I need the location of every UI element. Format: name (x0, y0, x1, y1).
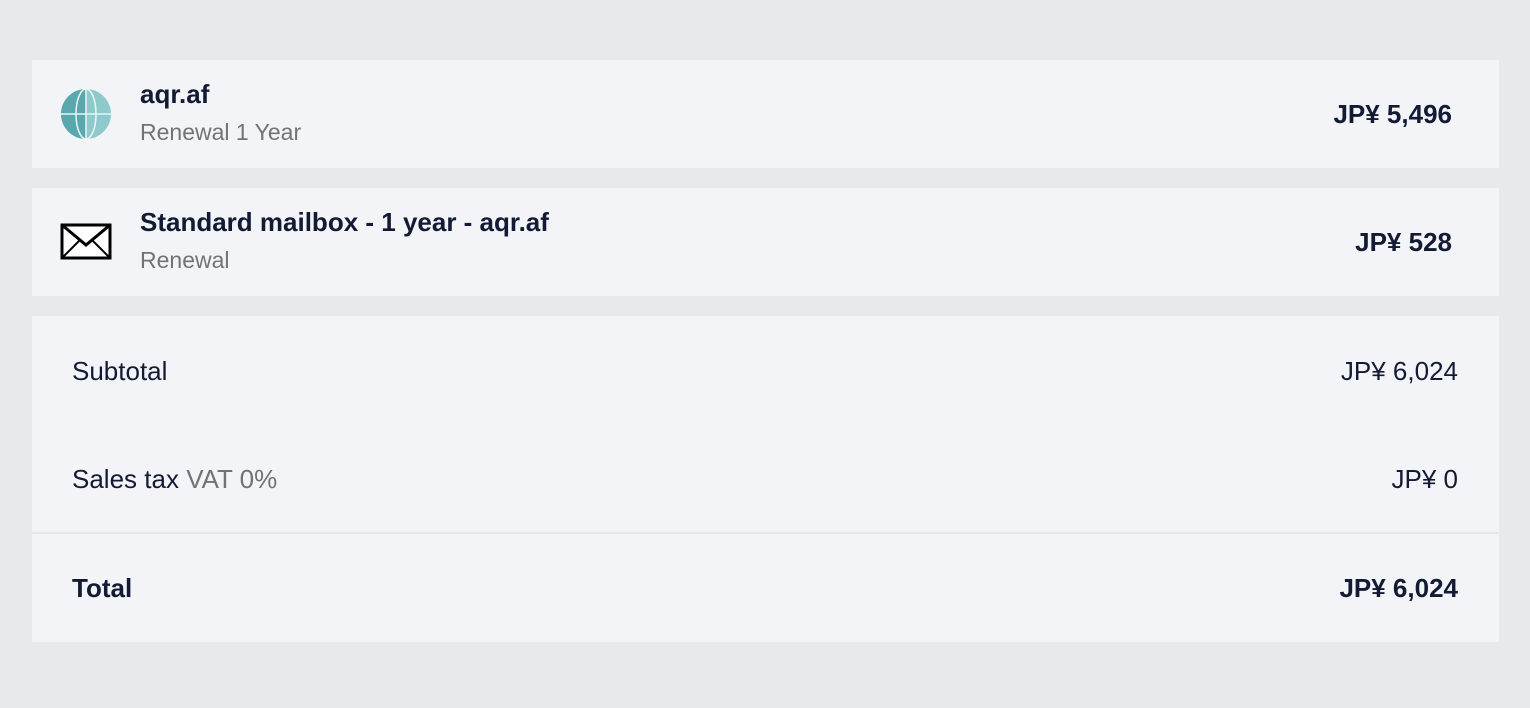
item-name: aqr.af (140, 79, 210, 109)
item-subtitle: Renewal (140, 247, 230, 273)
sales-tax-row: Sales tax VAT 0% JP¥ 0 (72, 459, 1458, 499)
sales-tax-value: JP¥ 0 (1391, 463, 1459, 494)
total-row: Total JP¥ 6,024 (72, 568, 1458, 608)
order-summary: Subtotal JP¥ 6,024 Sales tax VAT 0% JP¥ … (32, 316, 1499, 642)
sales-tax-label-group: Sales tax VAT 0% (72, 464, 277, 495)
divider (32, 532, 1499, 534)
item-details: aqr.af Renewal 1 Year (140, 78, 301, 148)
item-details: Standard mailbox - 1 year - aqr.af Renew… (140, 206, 549, 276)
item-subtitle: Renewal 1 Year (140, 119, 302, 145)
total-value: JP¥ 6,024 (1339, 572, 1458, 603)
total-label: Total (72, 572, 133, 603)
sales-tax-label: Sales tax (72, 463, 179, 494)
subtotal-label: Subtotal (72, 355, 168, 386)
envelope-icon (60, 223, 112, 260)
vat-rate: VAT 0% (186, 463, 278, 494)
cart-item-mailbox: Standard mailbox - 1 year - aqr.af Renew… (32, 188, 1499, 296)
globe-icon (61, 88, 111, 140)
item-price: JP¥ 528 (1355, 227, 1452, 257)
item-name: Standard mailbox - 1 year - aqr.af (140, 207, 549, 237)
subtotal-row: Subtotal JP¥ 6,024 (72, 351, 1458, 391)
cart-item-domain: aqr.af Renewal 1 Year JP¥ 5,496 (32, 60, 1499, 168)
item-price: JP¥ 5,496 (1333, 99, 1452, 129)
subtotal-value: JP¥ 6,024 (1340, 355, 1458, 386)
